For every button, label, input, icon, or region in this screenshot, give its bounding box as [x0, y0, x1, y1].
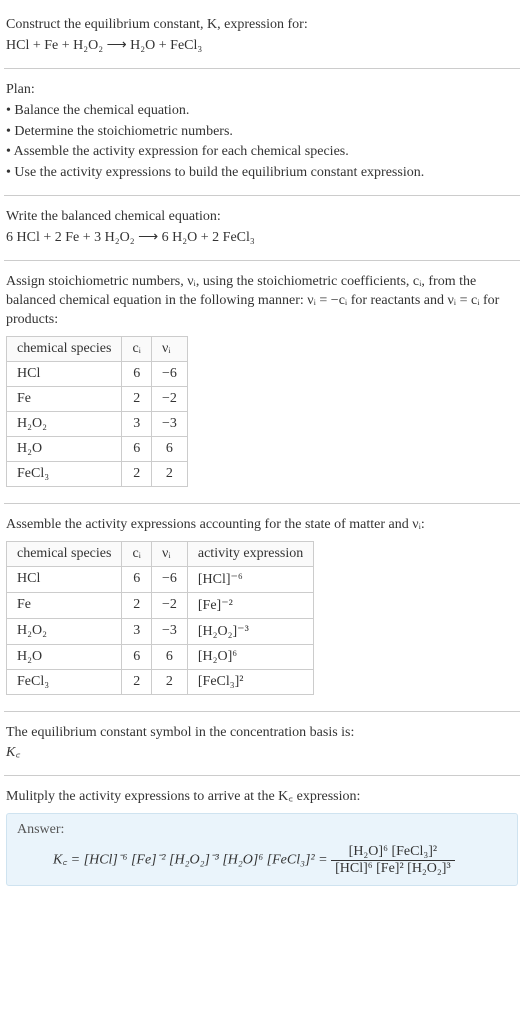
cell-expr: [HCl]⁻⁶: [187, 566, 313, 592]
kc-symbol-heading: The equilibrium constant symbol in the c…: [6, 724, 518, 743]
stoich-text: Assign stoichiometric numbers, νᵢ, using…: [6, 273, 518, 330]
cell-v: −6: [151, 566, 187, 592]
cell-species: Fe: [7, 592, 122, 618]
cell-c: 2: [122, 386, 152, 411]
cell-c: 2: [122, 592, 152, 618]
cell-c: 6: [122, 361, 152, 386]
table-row: Fe 2 −2: [7, 386, 188, 411]
table-row: H₂O₂ 3 −3 [H₂O₂]⁻³: [7, 618, 314, 644]
cell-v: 2: [151, 669, 187, 694]
cell-v: −2: [151, 386, 187, 411]
cell-v: −3: [151, 618, 187, 644]
cell-species: HCl: [7, 361, 122, 386]
answer-expression: K꜀ = [HCl]⁻⁶ [Fe]⁻² [H₂O₂]⁻³ [H₂O]⁶ [FeC…: [17, 844, 507, 877]
balanced-heading: Write the balanced chemical equation:: [6, 208, 518, 227]
col-ci: cᵢ: [122, 336, 152, 361]
kc-symbol-section: The equilibrium constant symbol in the c…: [4, 716, 520, 772]
cell-c: 6: [122, 566, 152, 592]
cell-expr: [H₂O]⁶: [187, 644, 313, 669]
cell-c: 3: [122, 618, 152, 644]
plan-heading: Plan:: [6, 81, 518, 100]
col-ci: cᵢ: [122, 541, 152, 566]
cell-expr: [FeCl₃]²: [187, 669, 313, 694]
kc-symbol: K꜀: [6, 744, 518, 763]
table-row: Fe 2 −2 [Fe]⁻²: [7, 592, 314, 618]
answer-label: Answer:: [17, 822, 507, 838]
activity-section: Assemble the activity expressions accoun…: [4, 508, 520, 707]
cell-c: 6: [122, 644, 152, 669]
activity-heading: Assemble the activity expressions accoun…: [6, 516, 518, 535]
activity-table: chemical species cᵢ νᵢ activity expressi…: [6, 541, 314, 695]
plan-item-2: • Determine the stoichiometric numbers.: [6, 123, 518, 142]
cell-v: −3: [151, 411, 187, 436]
table-row: HCl 6 −6 [HCl]⁻⁶: [7, 566, 314, 592]
table-row: H₂O₂ 3 −3: [7, 411, 188, 436]
cell-expr: [H₂O₂]⁻³: [187, 618, 313, 644]
divider: [4, 260, 520, 261]
col-expr: activity expression: [187, 541, 313, 566]
kc-fraction: [H₂O]⁶ [FeCl₃]² [HCl]⁶ [Fe]² [H₂O₂]³: [331, 844, 455, 877]
col-vi: νᵢ: [151, 336, 187, 361]
col-species: chemical species: [7, 541, 122, 566]
cell-v: 6: [151, 644, 187, 669]
cell-v: −6: [151, 361, 187, 386]
cell-species: H₂O₂: [7, 618, 122, 644]
table-row: H₂O 6 6 [H₂O]⁶: [7, 644, 314, 669]
divider: [4, 68, 520, 69]
fraction-numerator: [H₂O]⁶ [FeCl₃]²: [331, 844, 455, 861]
table-row: H₂O 6 6: [7, 436, 188, 461]
stoich-section: Assign stoichiometric numbers, νᵢ, using…: [4, 265, 520, 499]
cell-v: 6: [151, 436, 187, 461]
cell-c: 2: [122, 461, 152, 486]
cell-species: H₂O₂: [7, 411, 122, 436]
intro-text: Construct the equilibrium constant, K, e…: [6, 17, 308, 32]
plan-item-3: • Assemble the activity expression for e…: [6, 143, 518, 162]
balanced-section: Write the balanced chemical equation: 6 …: [4, 200, 520, 256]
answer-box: Answer: K꜀ = [HCl]⁻⁶ [Fe]⁻² [H₂O₂]⁻³ [H₂…: [6, 813, 518, 886]
divider: [4, 195, 520, 196]
cell-species: Fe: [7, 386, 122, 411]
cell-species: H₂O: [7, 436, 122, 461]
table-header-row: chemical species cᵢ νᵢ: [7, 336, 188, 361]
fraction-denominator: [HCl]⁶ [Fe]² [H₂O₂]³: [331, 861, 455, 877]
cell-species: HCl: [7, 566, 122, 592]
cell-c: 2: [122, 669, 152, 694]
cell-c: 3: [122, 411, 152, 436]
final-heading: Mulitply the activity expressions to arr…: [6, 788, 518, 807]
table-row: FeCl₃ 2 2: [7, 461, 188, 486]
col-vi: νᵢ: [151, 541, 187, 566]
divider: [4, 711, 520, 712]
divider: [4, 775, 520, 776]
cell-v: −2: [151, 592, 187, 618]
balanced-equation: 6 HCl + 2 Fe + 3 H₂O₂ ⟶ 6 H₂O + 2 FeCl₃: [6, 229, 518, 248]
intro-line1: Construct the equilibrium constant, K, e…: [6, 16, 518, 35]
cell-species: FeCl₃: [7, 669, 122, 694]
divider: [4, 503, 520, 504]
intro-section: Construct the equilibrium constant, K, e…: [4, 8, 520, 64]
stoich-table: chemical species cᵢ νᵢ HCl 6 −6 Fe 2 −2 …: [6, 336, 188, 487]
kc-lhs: K꜀ = [HCl]⁻⁶ [Fe]⁻² [H₂O₂]⁻³ [H₂O]⁶ [FeC…: [53, 853, 328, 868]
cell-expr: [Fe]⁻²: [187, 592, 313, 618]
intro-equation: HCl + Fe + H₂O₂ ⟶ H₂O + FeCl₃: [6, 37, 518, 56]
cell-v: 2: [151, 461, 187, 486]
plan-section: Plan: • Balance the chemical equation. •…: [4, 73, 520, 191]
final-section: Mulitply the activity expressions to arr…: [4, 780, 520, 892]
table-row: HCl 6 −6: [7, 361, 188, 386]
cell-species: H₂O: [7, 644, 122, 669]
col-species: chemical species: [7, 336, 122, 361]
cell-species: FeCl₃: [7, 461, 122, 486]
table-row: FeCl₃ 2 2 [FeCl₃]²: [7, 669, 314, 694]
plan-item-4: • Use the activity expressions to build …: [6, 164, 518, 183]
plan-item-1: • Balance the chemical equation.: [6, 102, 518, 121]
cell-c: 6: [122, 436, 152, 461]
table-header-row: chemical species cᵢ νᵢ activity expressi…: [7, 541, 314, 566]
